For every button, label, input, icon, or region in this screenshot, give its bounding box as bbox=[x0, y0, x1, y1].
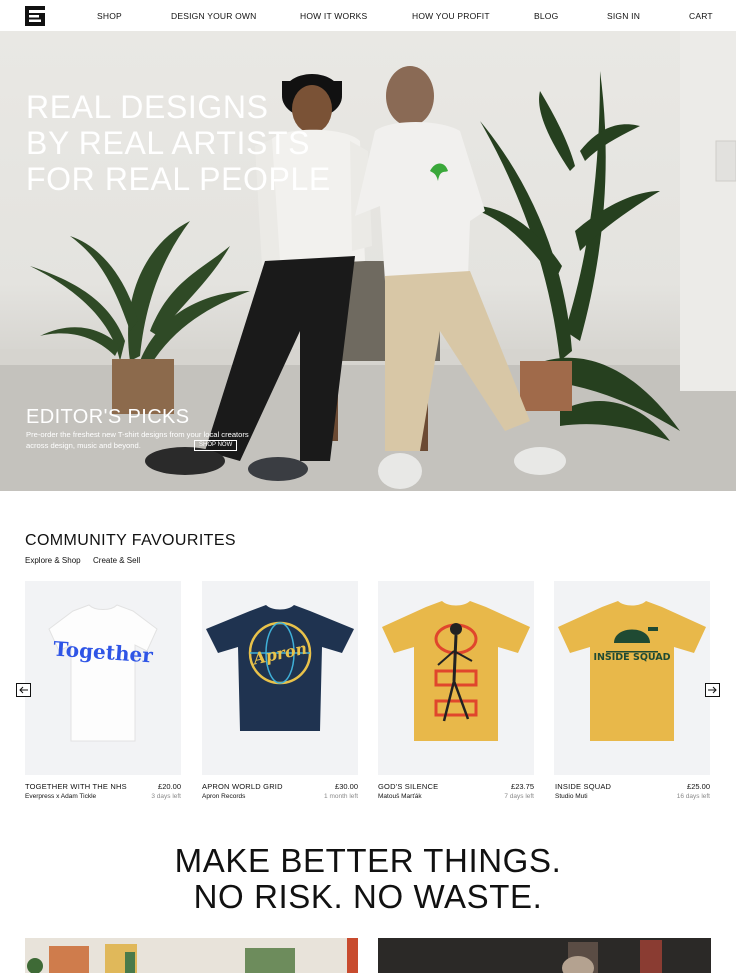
hero-title-line: REAL DESIGNS bbox=[26, 89, 269, 125]
product-image[interactable]: INSIDE SQUAD bbox=[554, 581, 710, 775]
product-creator[interactable]: Apron Records bbox=[202, 793, 245, 800]
community-favourites-title: COMMUNITY FAVOURITES bbox=[25, 532, 236, 549]
nav-blog[interactable]: BLOG bbox=[534, 11, 558, 21]
tshirt-navy-image: Apron bbox=[206, 605, 354, 731]
product-time-left: 3 days left bbox=[151, 793, 181, 800]
everpress-logo-icon[interactable] bbox=[25, 6, 47, 26]
top-nav: SHOP DESIGN YOUR OWN HOW IT WORKS HOW YO… bbox=[0, 0, 736, 31]
squad-print-text: INSIDE SQUAD bbox=[593, 652, 670, 663]
tshirt-white-image: Together bbox=[48, 604, 158, 742]
product-name[interactable]: APRON WORLD GRID bbox=[202, 782, 283, 791]
arrow-right-icon bbox=[708, 686, 717, 694]
workshop-photo bbox=[378, 938, 711, 973]
editors-picks-title: EDITOR'S PICKS bbox=[26, 406, 190, 428]
gallery-image-left[interactable] bbox=[25, 938, 358, 973]
product-time-left: 1 month left bbox=[324, 793, 358, 800]
hero-title-line: BY REAL ARTISTS bbox=[26, 125, 311, 161]
tagline: MAKE BETTER THINGS. NO RISK. NO WASTE. bbox=[0, 843, 736, 915]
product-price: £25.00 bbox=[687, 782, 710, 791]
product-price: £23.75 bbox=[511, 782, 534, 791]
hero-title-line: FOR REAL PEOPLE bbox=[26, 161, 331, 197]
product-image[interactable]: Apron bbox=[202, 581, 358, 775]
nav-shop[interactable]: SHOP bbox=[97, 11, 122, 21]
nav-sign-in[interactable]: SIGN IN bbox=[607, 11, 640, 21]
product-time-left: 16 days left bbox=[676, 793, 710, 800]
product-creator[interactable]: Everpress x Adam Tickle bbox=[25, 793, 96, 800]
gallery-image-right[interactable] bbox=[378, 938, 711, 973]
nav-how-you-profit[interactable]: HOW YOU PROFIT bbox=[412, 11, 490, 21]
product-image[interactable]: Together bbox=[25, 581, 181, 775]
tagline-line: MAKE BETTER THINGS. bbox=[174, 842, 562, 879]
product-name[interactable]: TOGETHER WITH THE NHS bbox=[25, 782, 127, 791]
tagline-line: NO RISK. NO WASTE. bbox=[193, 878, 543, 915]
hero-banner: REAL DESIGNS BY REAL ARTISTS FOR REAL PE… bbox=[0, 31, 736, 491]
nav-how-it-works[interactable]: HOW IT WORKS bbox=[300, 11, 367, 21]
product-name[interactable]: INSIDE SQUAD bbox=[555, 782, 611, 791]
tshirt-yellow-squad-image: INSIDE SQUAD bbox=[558, 601, 706, 741]
product-creator[interactable]: Studio Muti bbox=[555, 793, 588, 800]
arrow-left-icon bbox=[19, 686, 28, 694]
nav-design-your-own[interactable]: DESIGN YOUR OWN bbox=[171, 11, 257, 21]
nav-cart[interactable]: CART bbox=[689, 11, 713, 21]
studio-photo bbox=[25, 938, 358, 973]
shop-now-button[interactable]: SHOP NOW bbox=[194, 440, 238, 451]
product-price: £30.00 bbox=[335, 782, 358, 791]
carousel-prev-button[interactable] bbox=[16, 683, 31, 697]
product-creator[interactable]: Matouš Marťák bbox=[378, 793, 422, 800]
product-time-left: 7 days left bbox=[504, 793, 534, 800]
product-image[interactable] bbox=[378, 581, 534, 775]
hero-title: REAL DESIGNS BY REAL ARTISTS FOR REAL PE… bbox=[26, 89, 331, 197]
tab-create-sell[interactable]: Create & Sell bbox=[93, 556, 140, 565]
product-name[interactable]: GOD'S SILENCE bbox=[378, 782, 438, 791]
tshirt-yellow-skeleton-image bbox=[382, 601, 530, 741]
carousel-next-button[interactable] bbox=[705, 683, 720, 697]
tab-explore-shop[interactable]: Explore & Shop bbox=[25, 556, 81, 565]
product-price: £20.00 bbox=[158, 782, 181, 791]
